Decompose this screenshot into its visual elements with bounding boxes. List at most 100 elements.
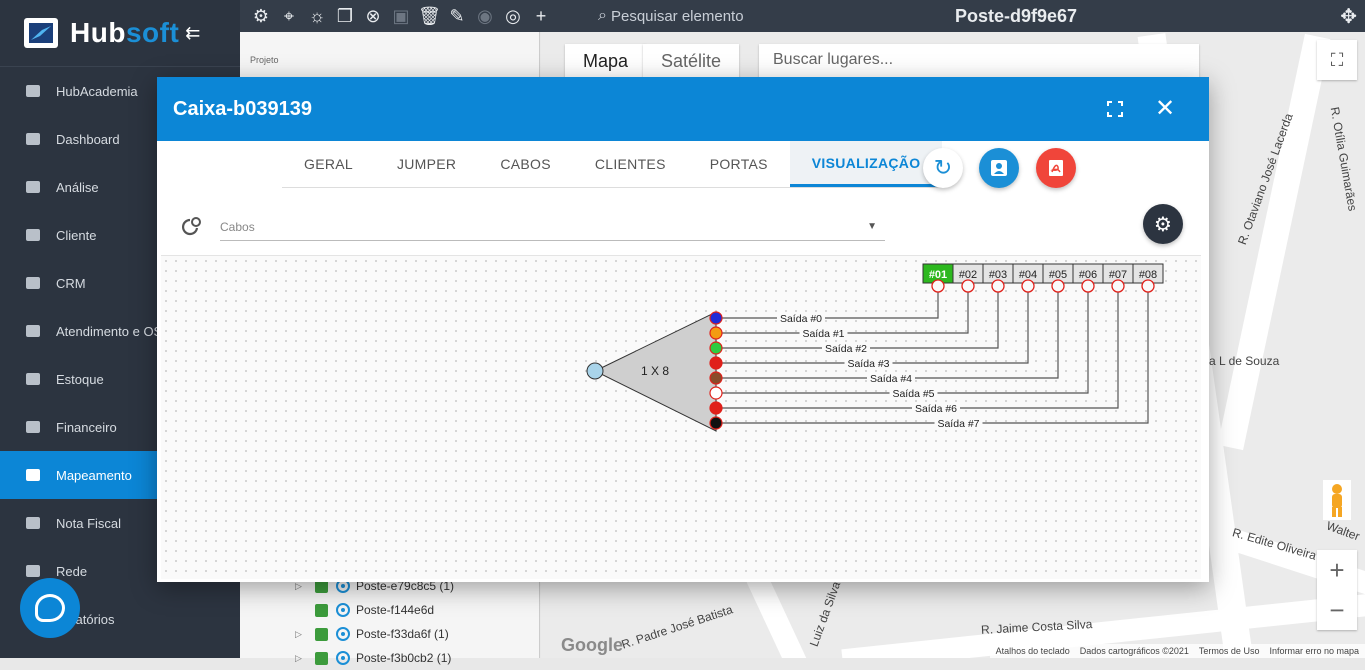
tab-geral[interactable]: GERAL (282, 141, 375, 187)
logo-mark-icon (24, 18, 58, 48)
expand-arrow-icon[interactable]: ▷ (295, 581, 307, 592)
settings-button[interactable]: ⚙ (1143, 204, 1183, 244)
output-label: Saída #2 (825, 343, 867, 355)
calendar-clock-icon (26, 325, 40, 337)
tab-cabos[interactable]: CABOS (478, 141, 573, 187)
port-label: #03 (989, 269, 1007, 281)
splitter-input-port (586, 362, 604, 380)
output-port-dot (709, 356, 723, 370)
gear-icon[interactable]: ⚙ (250, 6, 272, 27)
output-port-dot (709, 386, 723, 400)
element-search-placeholder: Pesquisar elemento (610, 7, 744, 25)
map-road (1217, 33, 1331, 451)
sidebar-item-label: Dashboard (56, 131, 120, 147)
money-icon (26, 421, 40, 433)
port-connector-dot (961, 279, 975, 293)
output-label: Saída #4 (870, 373, 912, 385)
close-icon[interactable]: ✕ (1155, 94, 1175, 123)
eye-icon[interactable]: ◉ (474, 6, 496, 27)
output-connector-line (716, 289, 969, 334)
trash-icon[interactable]: 🗑︎ (418, 6, 441, 27)
cable-filter-icon (181, 217, 201, 236)
chat-support-button[interactable] (20, 578, 80, 638)
tree-item[interactable]: ▷ Poste-f3b0cb2 (1) (295, 646, 451, 670)
logo-text: Hubsoft (70, 17, 180, 48)
terms-link[interactable]: Termos de Uso (1199, 646, 1260, 656)
gear-icon: ⚙ (1154, 213, 1172, 236)
sidebar-item-label: Cliente (56, 227, 97, 243)
lightbulb-icon[interactable]: ☼ (306, 6, 328, 27)
modal-header: Caixa-b039139 (157, 77, 1209, 141)
port-connector-dot (1051, 279, 1065, 293)
collapse-sidebar-icon[interactable]: ⇇ (185, 23, 200, 44)
folder-add-icon[interactable]: ▣ (390, 6, 412, 27)
sidebar-item-label: Análise (56, 179, 99, 195)
street-label: R. Otília Guimarães (1327, 105, 1360, 213)
pencil-icon[interactable]: ✎ (446, 6, 468, 27)
map-type-satellite-tab[interactable]: Satélite (643, 44, 740, 78)
pie-chart-icon (26, 181, 40, 193)
tab-jumper[interactable]: JUMPER (375, 141, 478, 187)
logo[interactable]: Hubsoft ⇇ (0, 0, 240, 67)
location-pin-icon[interactable]: ◎ (502, 6, 524, 27)
network-icon (26, 565, 40, 577)
search-icon: ⌕ (598, 7, 607, 24)
port-label: #08 (1139, 269, 1157, 281)
port-label: #06 (1079, 269, 1097, 281)
modal-tabs: GERAL JUMPER CABOS CLIENTES PORTAS VISUALIZAÇ… (282, 141, 943, 188)
sidebar-item-label: Nota Fiscal (56, 515, 122, 531)
tab-portas[interactable]: PORTAS (688, 141, 790, 187)
tab-visualizacao[interactable]: VISUALIZAÇÃO (789, 141, 943, 187)
visualization-canvas[interactable]: 1 X 8 Saída #0 Saída #1 Saída #2 Saída #3 Saí… (161, 255, 1201, 579)
element-title: Poste-d9f9e67 (955, 5, 1078, 26)
tree-checkbox[interactable] (315, 651, 328, 665)
pole-node-icon (336, 603, 350, 617)
tab-clientes[interactable]: CLIENTES (573, 141, 688, 187)
copy-icon[interactable]: ❐ (334, 6, 356, 27)
plus-icon[interactable]: + (530, 6, 552, 27)
map-data-text: Dados cartográficos ©2021 (1079, 646, 1189, 656)
tree-item[interactable]: ▷ Poste-f33da6f (1) (295, 622, 449, 646)
output-port-dot (709, 326, 723, 340)
tree-item-label: Poste-f3b0cb2 (1) (356, 651, 452, 665)
sidebar-item-label: Rede (56, 563, 88, 579)
tree-checkbox[interactable] (315, 627, 328, 641)
map-search-input[interactable]: Buscar lugares... (759, 44, 1199, 78)
map-fullscreen-icon[interactable]: ⛶ (1317, 40, 1357, 80)
port-label: #07 (1109, 269, 1127, 281)
tree-item[interactable]: Poste-f144e6d (295, 598, 434, 622)
kanban-icon (26, 277, 40, 289)
project-label: Projeto (250, 55, 279, 65)
port-label: #04 (1019, 269, 1037, 281)
expand-arrow-icon[interactable]: ▷ (295, 653, 307, 664)
keyboard-shortcuts-link[interactable]: Atalhos do teclado (996, 646, 1070, 656)
port-connector-dot (1111, 279, 1125, 293)
client-card-button[interactable] (979, 148, 1019, 188)
chat-icon (35, 594, 65, 622)
port-connector-dot (1021, 279, 1035, 293)
maximize-icon[interactable] (1107, 101, 1123, 117)
output-label: Saída #7 (937, 418, 979, 430)
map-type-map-tab[interactable]: Mapa (565, 44, 647, 78)
street-label: Luiz da Silva (806, 579, 844, 649)
expand-arrow-icon[interactable]: ▷ (295, 629, 307, 640)
output-port-dot (709, 416, 723, 430)
move-arrows-icon[interactable]: ✥ (1340, 4, 1357, 29)
tree-item-label: Poste-f33da6f (1) (356, 627, 449, 641)
street-label: Walter (1324, 518, 1362, 544)
close-circle-icon[interactable]: ⊗ (362, 6, 384, 27)
street-view-pegman-icon[interactable] (1323, 480, 1351, 520)
receipt-icon (26, 517, 40, 529)
zoom-in-button[interactable]: + (1317, 550, 1357, 590)
dashboard-icon (26, 133, 40, 145)
map-marker-icon[interactable]: ⌖ (278, 6, 300, 27)
cabos-select[interactable]: Cabos ▼ (220, 213, 885, 241)
zoom-out-button[interactable]: − (1317, 590, 1357, 630)
element-search[interactable]: ⌕ Pesquisar elemento (598, 7, 744, 25)
port-connector-dot (931, 279, 945, 293)
export-pdf-button[interactable] (1036, 148, 1076, 188)
cabos-select-placeholder: Cabos (220, 219, 255, 234)
report-error-link[interactable]: Informar erro no mapa (1269, 646, 1359, 656)
tree-checkbox[interactable] (315, 603, 328, 617)
refresh-button[interactable]: ↻ (923, 148, 963, 188)
